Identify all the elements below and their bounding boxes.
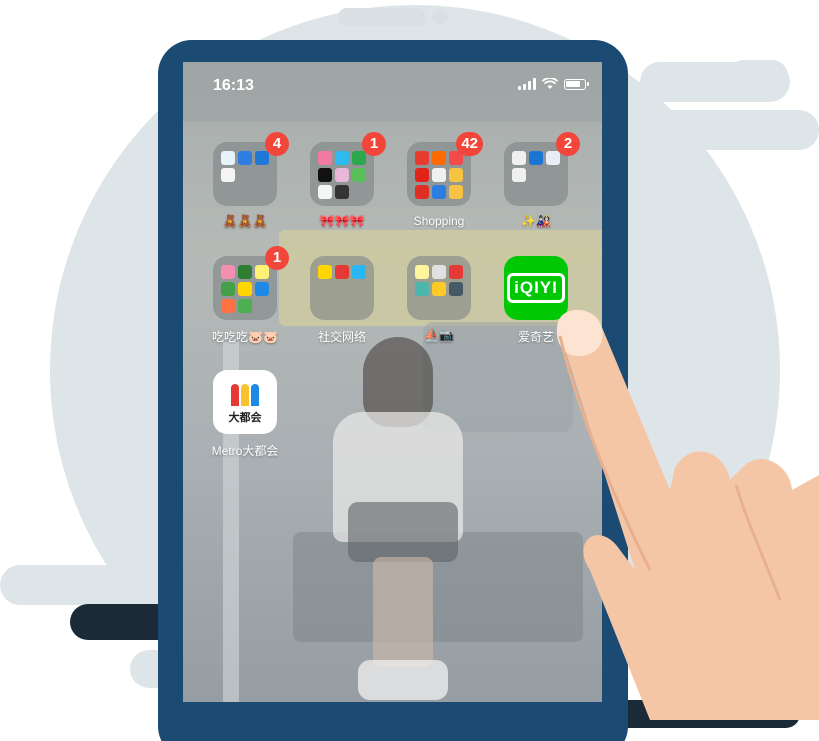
metro-icon: 大都会 (213, 370, 277, 434)
status-icons (518, 78, 589, 90)
metro-logo-text: 大都会 (228, 411, 262, 424)
pink-app-icon (221, 265, 235, 279)
metro-bar (241, 383, 249, 406)
status-time: 16:13 (213, 77, 254, 94)
illustration-stage: 16:13 4 🧸🧸🧸 1 🎀🎀🎀 42 Shopping 2 ✨🎎 1 吃吃吃… (0, 0, 819, 741)
wallpaper-person (373, 557, 433, 667)
k-app-icon (335, 185, 349, 199)
tmall-icon (415, 151, 429, 165)
folder-icon (407, 256, 471, 320)
camera-app-icon (432, 265, 446, 279)
dark-app-icon (449, 282, 463, 296)
phone-speaker (338, 8, 426, 26)
blue-app-icon (255, 282, 269, 296)
bubble-app-icon (335, 168, 349, 182)
wifi-icon (542, 78, 558, 89)
map-pin-icon (221, 151, 235, 165)
bank-app-icon (512, 151, 526, 165)
battery-icon (564, 78, 589, 90)
folder[interactable]: 2 ✨🎎 (491, 132, 581, 228)
wallpaper-person (348, 502, 458, 562)
face-app-icon (415, 282, 429, 296)
tapping-hand-illustration (556, 309, 819, 720)
folder-icon: 42 (407, 132, 483, 206)
game-app-icon (318, 151, 332, 165)
vip-icon (432, 168, 446, 182)
green-app-icon (221, 282, 235, 296)
c-app-icon (529, 151, 543, 165)
cloud-shape (640, 110, 819, 150)
folder-icon (310, 256, 374, 320)
folder-icon: 4 (213, 132, 289, 206)
folder-label: ✨🎎 (521, 214, 551, 228)
blue-app-icon (432, 185, 446, 199)
folder-tools[interactable]: ⛵📷 (394, 256, 484, 342)
orange-app-icon (221, 299, 235, 313)
folder-label: ⛵📷 (424, 328, 454, 342)
wallpaper-person (358, 660, 448, 700)
folder-icon: 1 (310, 132, 386, 206)
metro-bar (231, 383, 239, 406)
jd-icon (415, 168, 429, 182)
iqiyi-logo-text: iQIYI (507, 273, 565, 303)
calendar-app-icon (221, 168, 235, 182)
tv-app-icon (335, 151, 349, 165)
ele-icon (449, 185, 463, 199)
notification-badge: 1 (265, 246, 289, 270)
app-metro[interactable]: 大都会 Metro大都会 (200, 370, 290, 459)
pdd-icon (415, 185, 429, 199)
plane-icon (238, 151, 252, 165)
loop-app-icon (546, 151, 560, 165)
metro-logo-bars (231, 383, 259, 406)
yellow-app-icon (255, 265, 269, 279)
red-leaf-icon (238, 265, 252, 279)
notification-badge: 2 (556, 132, 580, 156)
green-round-icon (238, 299, 252, 313)
notification-badge: 42 (456, 132, 483, 156)
red-app-icon (335, 265, 349, 279)
notes-icon (415, 265, 429, 279)
notification-badge: 1 (362, 132, 386, 156)
folder-shopping[interactable]: 42 Shopping (394, 132, 484, 228)
app-label: Metro大都会 (211, 444, 279, 458)
folder-label: 🎀🎀🎀 (319, 214, 365, 228)
tiktok-icon (318, 168, 332, 182)
meituan-icon (238, 282, 252, 296)
folder-social[interactable]: 社交网络 (297, 256, 387, 345)
signal-icon (518, 78, 536, 90)
notification-badge: 4 (265, 132, 289, 156)
ring-app-icon (255, 151, 269, 165)
cloud-shape (728, 60, 788, 92)
yellow-chat-icon (318, 265, 332, 279)
folder-label: 🧸🧸🧸 (222, 214, 268, 228)
deal-app-icon (449, 168, 463, 182)
folder-icon: 2 (504, 132, 580, 206)
phone-camera (432, 9, 448, 25)
folder-label: 吃吃吃🐷🐷 (212, 330, 278, 344)
blue-app-icon (352, 265, 366, 279)
folder-label: 社交网络 (317, 330, 366, 344)
folder[interactable]: 4 🧸🧸🧸 (200, 132, 290, 228)
taobao-icon (432, 151, 446, 165)
mobile-app-icon (512, 168, 526, 182)
folder[interactable]: 1 🎀🎀🎀 (297, 132, 387, 228)
play-app-icon (352, 151, 366, 165)
folder-food[interactable]: 1 吃吃吃🐷🐷 (200, 246, 290, 345)
metro-bar (251, 383, 259, 406)
green-app-icon (352, 168, 366, 182)
photos-icon (432, 282, 446, 296)
folder-label: Shopping (413, 214, 465, 228)
weibo-icon (318, 185, 332, 199)
music-app-icon (449, 265, 463, 279)
folder-icon: 1 (213, 246, 289, 320)
